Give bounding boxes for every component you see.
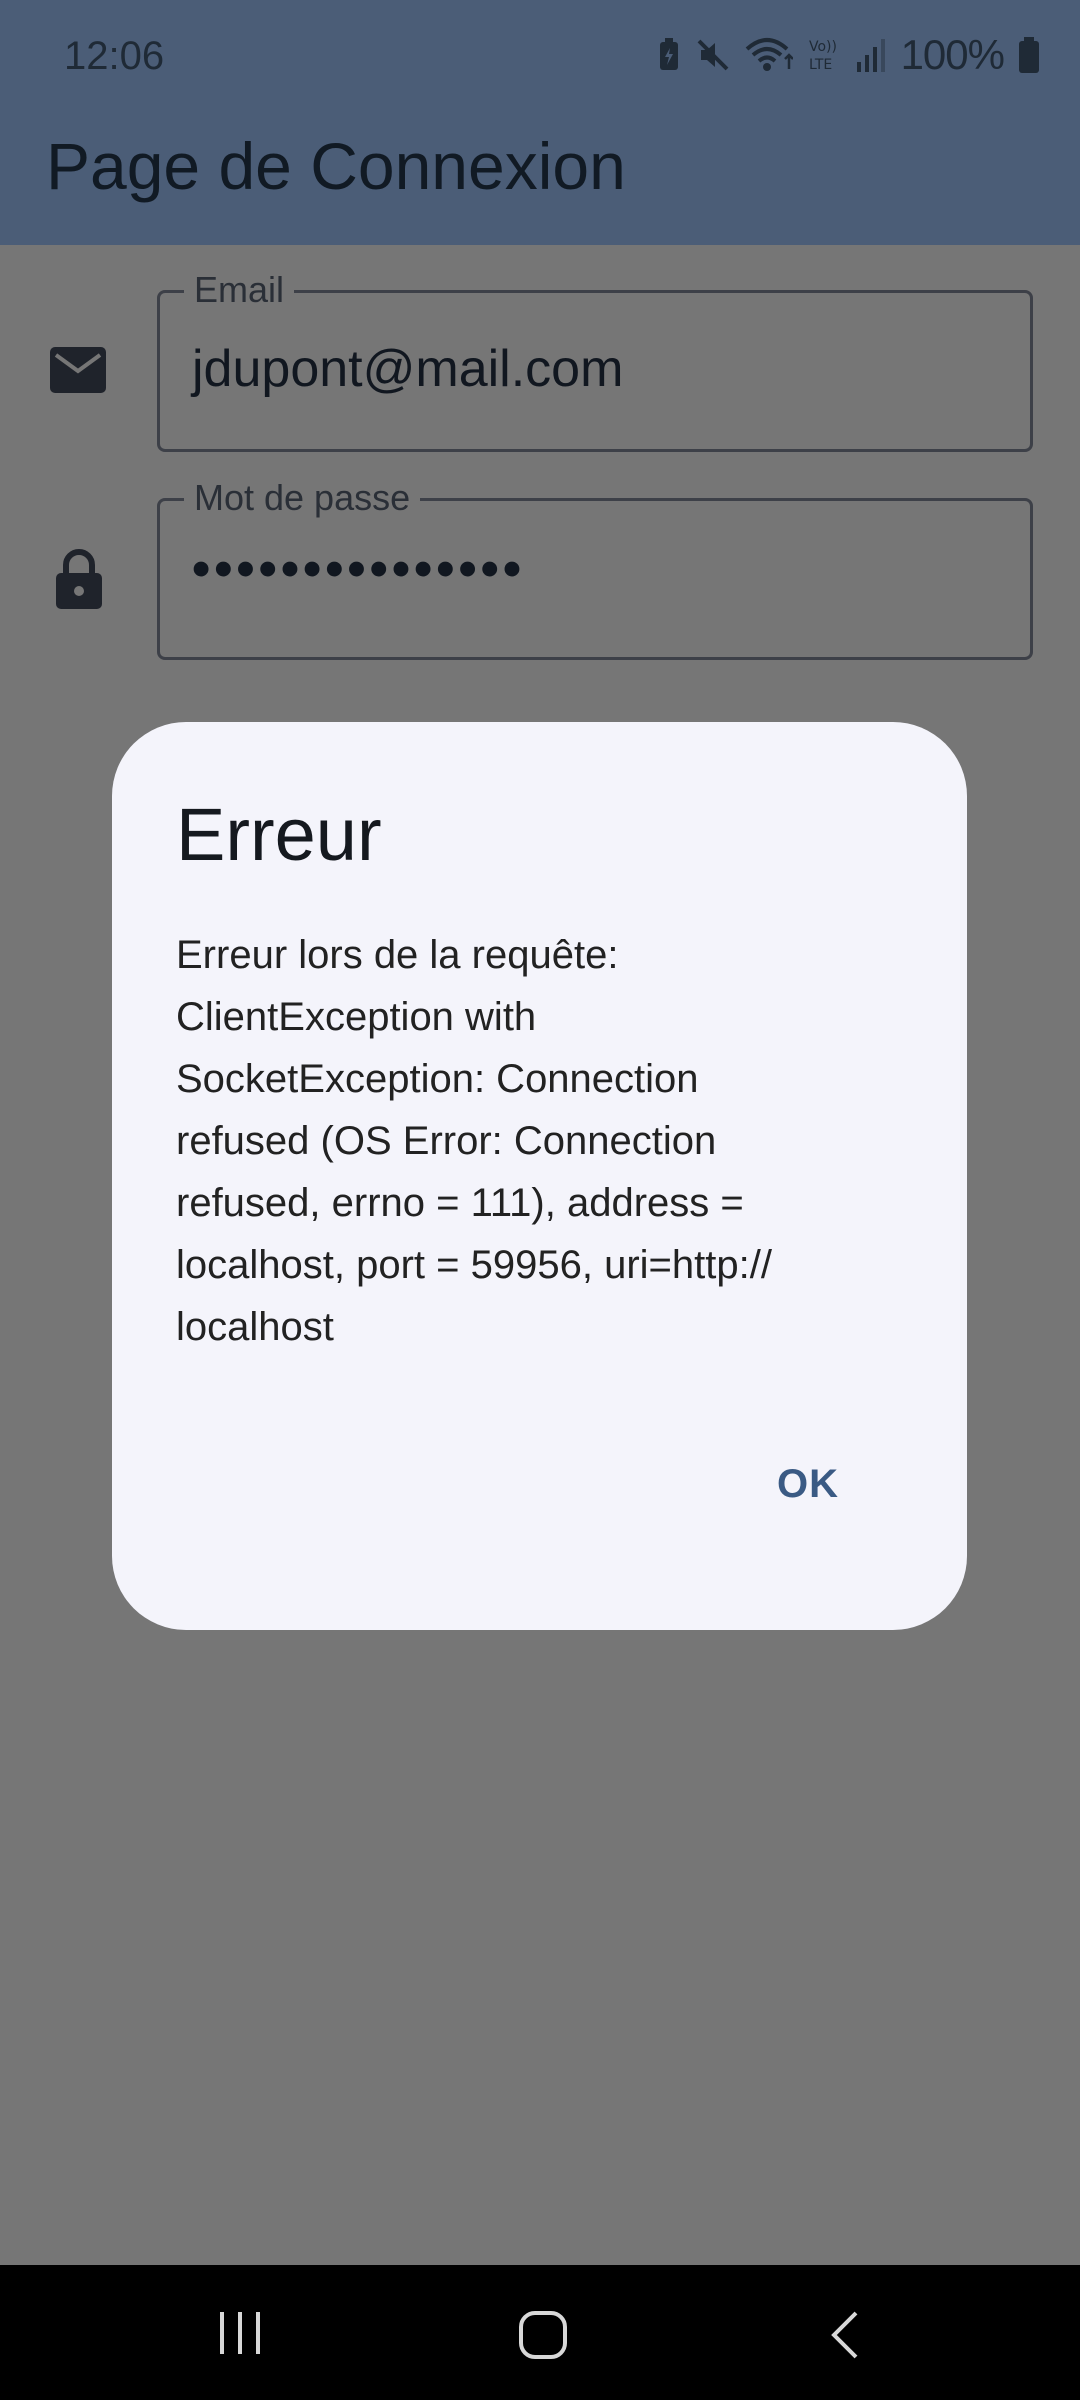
home-icon[interactable] <box>518 2310 568 2365</box>
email-field-label: Email <box>184 269 295 311</box>
dialog-message-line: localhost, port = 59956, uri=http:// <box>176 1243 772 1287</box>
dialog-message-line: Erreur lors de la requête: <box>176 933 619 977</box>
dialog-message-line: SocketException: Connection <box>176 1057 699 1101</box>
volte-icon: Vo)) LTE <box>807 37 841 73</box>
status-icons: Vo)) LTE 100% <box>657 30 1040 80</box>
mail-icon <box>48 345 108 400</box>
back-icon[interactable] <box>828 2310 862 2365</box>
password-field-value: ••••••••••••••• <box>192 540 526 598</box>
status-time: 12:06 <box>64 34 165 78</box>
battery-percent: 100% <box>900 31 1005 78</box>
battery-icon <box>1018 37 1040 73</box>
navigation-bar <box>0 2265 1080 2400</box>
dialog-title: Erreur <box>176 793 382 876</box>
battery-saver-icon <box>657 38 681 72</box>
password-field-label: Mot de passe <box>184 477 421 519</box>
error-dialog: Erreur Erreur lors de la requête: Client… <box>112 722 967 1630</box>
password-field[interactable]: Mot de passe ••••••••••••••• <box>157 477 1033 660</box>
dialog-message-line: refused, errno = 111), address = <box>176 1181 744 1225</box>
dialog-message-line: refused (OS Error: Connection <box>176 1119 717 1163</box>
app-bar: Page de Connexion <box>0 120 1080 245</box>
status-bar: 12:06 Vo)) LTE 100% <box>0 0 1080 120</box>
page-title: Page de Connexion <box>46 129 626 203</box>
dialog-message: Erreur lors de la requête: ClientExcepti… <box>176 924 916 1358</box>
svg-text:LTE: LTE <box>809 57 832 73</box>
dialog-message-line: localhost <box>176 1305 334 1349</box>
wifi-icon <box>745 37 793 73</box>
signal-icon <box>855 38 887 72</box>
dialog-message-line: ClientException with <box>176 995 537 1039</box>
svg-text:Vo)): Vo)) <box>809 39 837 55</box>
ok-button[interactable]: OK <box>777 1462 839 1507</box>
mute-icon <box>695 37 731 73</box>
lock-icon <box>54 547 104 616</box>
email-field-value: jdupont@mail.com <box>192 340 624 398</box>
recents-icon[interactable] <box>216 2310 264 2361</box>
email-field[interactable]: Email jdupont@mail.com <box>157 269 1033 452</box>
